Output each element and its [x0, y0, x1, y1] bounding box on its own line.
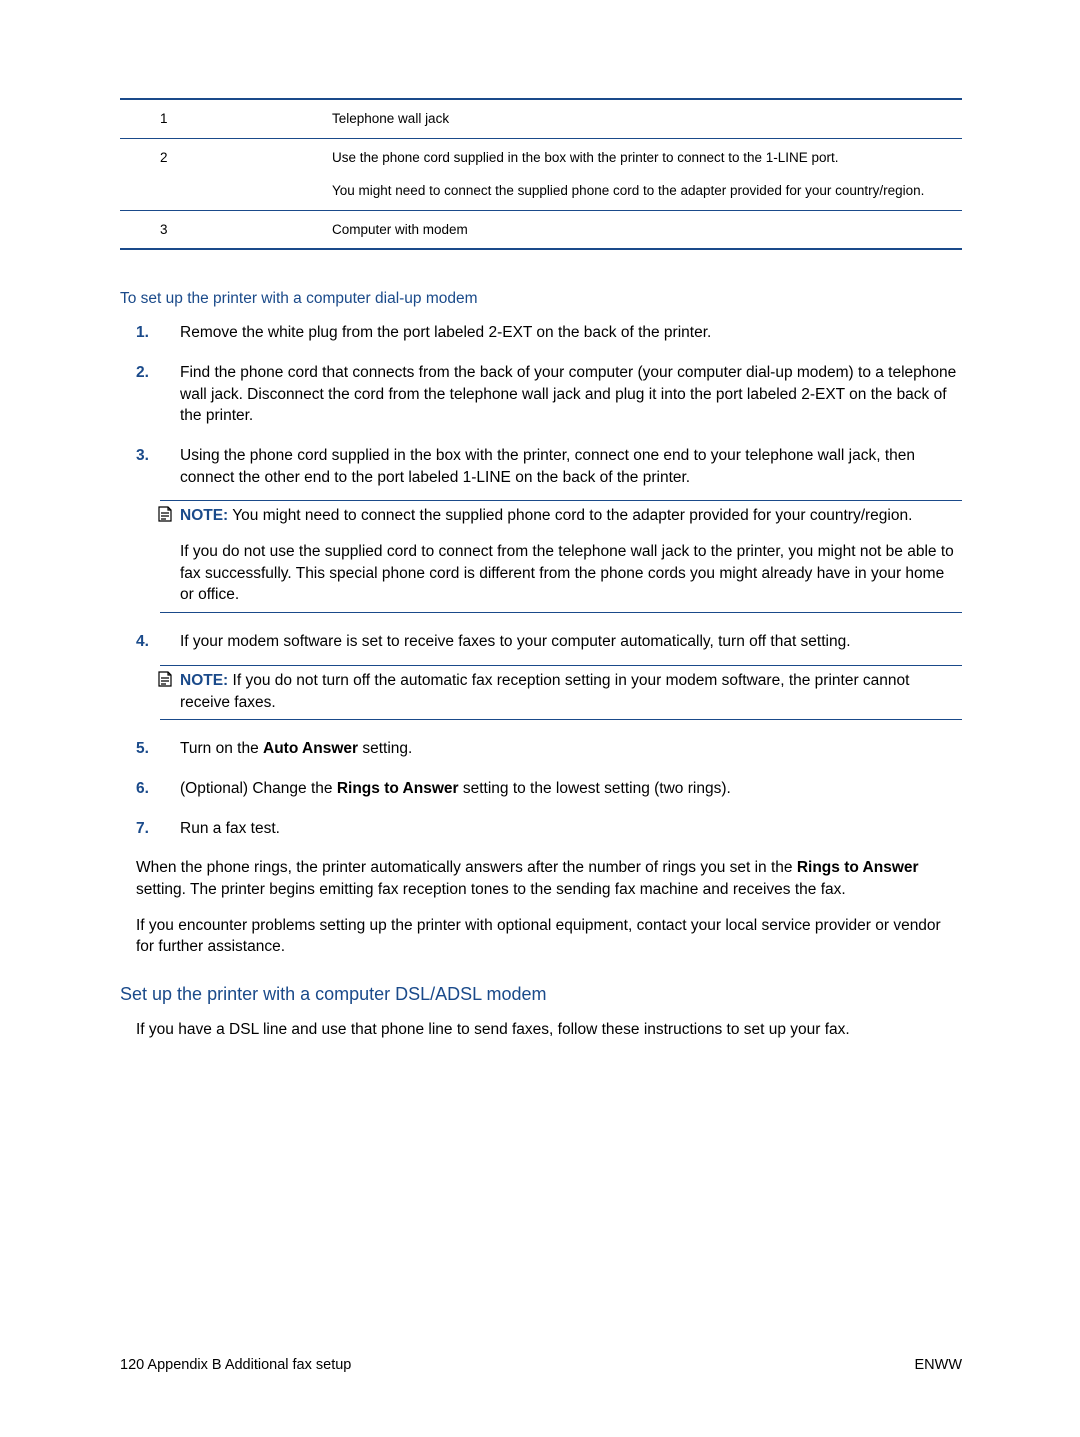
steps-list: 1. Remove the white plug from the port l…	[180, 322, 962, 839]
note-paragraph: NOTE: If you do not turn off the automat…	[180, 670, 962, 713]
footer-left: 120 Appendix B Additional fax setup	[120, 1357, 351, 1373]
note-paragraph: NOTE: You might need to connect the supp…	[180, 505, 962, 527]
page-footer: 120 Appendix B Additional fax setup ENWW	[120, 1357, 962, 1373]
note-callout: NOTE: You might need to connect the supp…	[160, 500, 962, 613]
table-cell-text: Computer with modem	[332, 220, 950, 240]
table-cell-text: Use the phone cord supplied in the box w…	[332, 148, 950, 168]
step-item: 2. Find the phone cord that connects fro…	[180, 362, 962, 427]
note-label: NOTE:	[180, 672, 228, 689]
note-icon	[156, 670, 174, 688]
reference-table: 1 Telephone wall jack 2 Use the phone co…	[120, 98, 962, 250]
table-cell-text: You might need to connect the supplied p…	[332, 181, 950, 201]
intro-paragraph: If you have a DSL line and use that phon…	[136, 1019, 962, 1041]
step-number: 6.	[136, 778, 149, 800]
step-number: 5.	[136, 738, 149, 760]
step-text: Run a fax test.	[180, 818, 962, 840]
note-icon	[156, 505, 174, 523]
section-heading: Set up the printer with a computer DSL/A…	[120, 984, 962, 1005]
footer-right: ENWW	[914, 1357, 962, 1373]
step-text: (Optional) Change the Rings to Answer se…	[180, 778, 962, 800]
table-row: 2 Use the phone cord supplied in the box…	[120, 138, 962, 210]
table-cell-num: 1	[120, 99, 320, 138]
step-number: 2.	[136, 362, 149, 384]
table-cell: Telephone wall jack	[320, 99, 962, 138]
closing-paragraph: When the phone rings, the printer automa…	[136, 857, 962, 900]
step-text: Remove the white plug from the port labe…	[180, 322, 962, 344]
step-item: 1. Remove the white plug from the port l…	[180, 322, 962, 344]
note-text: You might need to connect the supplied p…	[232, 507, 912, 524]
note-text: If you do not turn off the automatic fax…	[180, 672, 909, 711]
note-label: NOTE:	[180, 507, 228, 524]
step-item: 7. Run a fax test.	[180, 818, 962, 840]
table-cell-num: 3	[120, 210, 320, 249]
step-text: If your modem software is set to receive…	[180, 631, 962, 653]
table-cell: Computer with modem	[320, 210, 962, 249]
step-text: Find the phone cord that connects from t…	[180, 362, 962, 427]
step-item: 6. (Optional) Change the Rings to Answer…	[180, 778, 962, 800]
step-text: Using the phone cord supplied in the box…	[180, 445, 962, 488]
note-callout: NOTE: If you do not turn off the automat…	[160, 665, 962, 720]
step-number: 7.	[136, 818, 149, 840]
section-heading: To set up the printer with a computer di…	[120, 290, 962, 308]
table-cell: Use the phone cord supplied in the box w…	[320, 138, 962, 210]
step-number: 4.	[136, 631, 149, 653]
table-row: 1 Telephone wall jack	[120, 99, 962, 138]
closing-paragraph: If you encounter problems setting up the…	[136, 915, 962, 958]
table-cell-num: 2	[120, 138, 320, 210]
step-text: Turn on the Auto Answer setting.	[180, 738, 962, 760]
step-item: 5. Turn on the Auto Answer setting.	[180, 738, 962, 760]
step-number: 3.	[136, 445, 149, 467]
step-item: 3. Using the phone cord supplied in the …	[180, 445, 962, 613]
note-paragraph: If you do not use the supplied cord to c…	[180, 541, 962, 606]
table-cell-text: Telephone wall jack	[332, 109, 950, 129]
step-item: 4. If your modem software is set to rece…	[180, 631, 962, 720]
step-number: 1.	[136, 322, 149, 344]
table-row: 3 Computer with modem	[120, 210, 962, 249]
